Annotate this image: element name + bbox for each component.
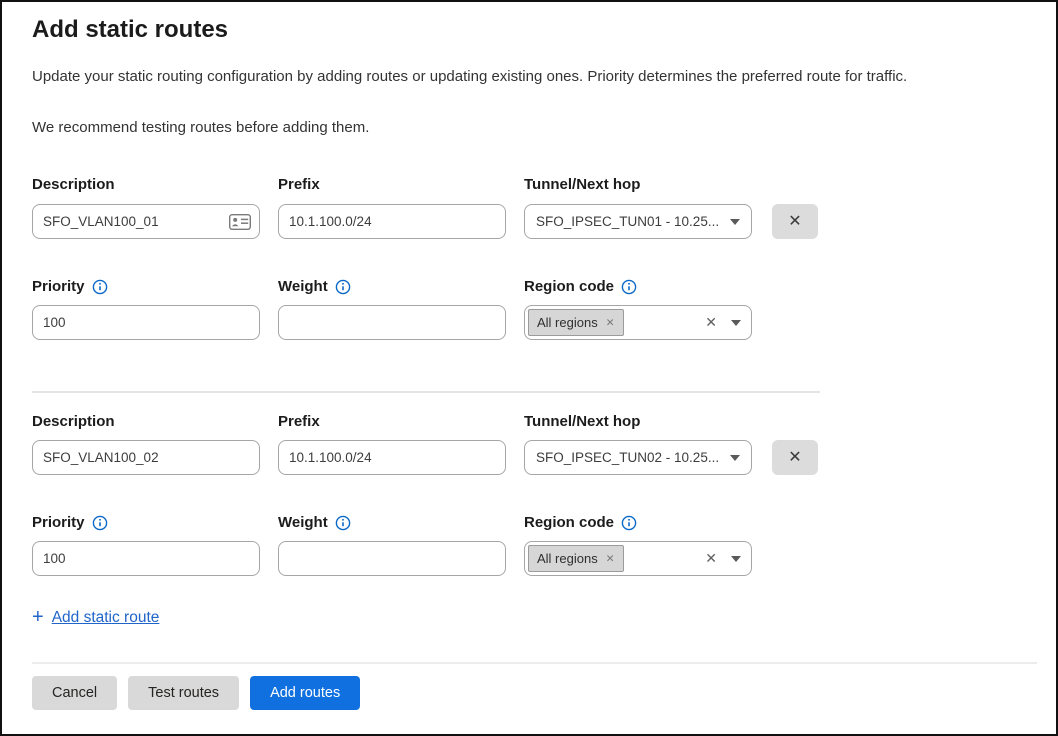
- region-multiselect[interactable]: All regions ✕ ✕: [524, 305, 752, 340]
- description-input[interactable]: [32, 440, 260, 475]
- chevron-down-icon: [730, 219, 740, 225]
- intro-text: Update your static routing configuration…: [32, 68, 1032, 85]
- description-input-wrap: [32, 204, 260, 239]
- footer-button-bar: Cancel Test routes Add routes: [32, 676, 360, 710]
- route2-label-row: Description Prefix Tunnel/Next hop: [32, 413, 752, 431]
- priority-label: Priority: [32, 278, 108, 295]
- priority-input[interactable]: [32, 305, 260, 340]
- info-icon[interactable]: [621, 515, 637, 531]
- tunnel-select-value: SFO_IPSEC_TUN01 - 10.25...: [536, 214, 730, 229]
- weight-input[interactable]: [278, 305, 506, 340]
- description-label: Description: [32, 176, 115, 193]
- region-label: Region code: [524, 278, 637, 295]
- close-icon: ✕: [788, 449, 801, 466]
- weight-label: Weight: [278, 514, 351, 531]
- route1-label-row2: Priority Weight Region code: [32, 278, 752, 296]
- footer-divider: [32, 662, 1037, 664]
- description-input[interactable]: [32, 204, 260, 239]
- info-icon[interactable]: [335, 515, 351, 531]
- chevron-down-icon: [731, 320, 741, 326]
- plus-icon: +: [32, 606, 44, 629]
- clear-selection-icon[interactable]: ✕: [705, 550, 731, 567]
- route1-input-row2: All regions ✕ ✕: [32, 305, 752, 340]
- remove-tag-icon[interactable]: ✕: [606, 317, 615, 329]
- route-divider: [32, 391, 820, 393]
- cancel-button[interactable]: Cancel: [32, 676, 117, 710]
- route2-input-row2: All regions ✕ ✕: [32, 541, 752, 576]
- tunnel-select[interactable]: SFO_IPSEC_TUN01 - 10.25...: [524, 204, 752, 239]
- priority-label: Priority: [32, 514, 108, 531]
- tunnel-label: Tunnel/Next hop: [524, 176, 640, 193]
- info-icon[interactable]: [92, 515, 108, 531]
- info-icon[interactable]: [621, 279, 637, 295]
- region-label: Region code: [524, 514, 637, 531]
- remove-route-button[interactable]: ✕: [772, 204, 818, 239]
- weight-input[interactable]: [278, 541, 506, 576]
- tunnel-label: Tunnel/Next hop: [524, 413, 640, 430]
- note-text: We recommend testing routes before addin…: [32, 119, 1032, 136]
- tunnel-select-value: SFO_IPSEC_TUN02 - 10.25...: [536, 450, 730, 465]
- region-tag-chip: All regions ✕: [528, 309, 624, 336]
- route1-input-row: SFO_IPSEC_TUN01 - 10.25... ✕: [32, 204, 818, 239]
- route2-input-row: SFO_IPSEC_TUN02 - 10.25... ✕: [32, 440, 818, 475]
- priority-input[interactable]: [32, 541, 260, 576]
- tunnel-select[interactable]: SFO_IPSEC_TUN02 - 10.25...: [524, 440, 752, 475]
- region-tag-label: All regions: [537, 551, 598, 566]
- clear-selection-icon[interactable]: ✕: [705, 314, 731, 331]
- prefix-label: Prefix: [278, 413, 320, 430]
- test-routes-button[interactable]: Test routes: [128, 676, 239, 710]
- prefix-input[interactable]: [278, 204, 506, 239]
- info-icon[interactable]: [335, 279, 351, 295]
- close-icon: ✕: [788, 213, 801, 230]
- add-static-routes-dialog: Add static routes Update your static rou…: [0, 0, 1058, 736]
- remove-tag-icon[interactable]: ✕: [606, 553, 615, 565]
- remove-route-button[interactable]: ✕: [772, 440, 818, 475]
- add-static-route-link[interactable]: + Add static route: [32, 606, 159, 629]
- chevron-down-icon: [731, 556, 741, 562]
- route2-label-row2: Priority Weight Region code: [32, 514, 752, 532]
- info-icon[interactable]: [92, 279, 108, 295]
- add-routes-button[interactable]: Add routes: [250, 676, 360, 710]
- weight-label: Weight: [278, 278, 351, 295]
- chevron-down-icon: [730, 455, 740, 461]
- description-label: Description: [32, 413, 115, 430]
- page-title: Add static routes: [32, 16, 228, 44]
- prefix-input[interactable]: [278, 440, 506, 475]
- prefix-label: Prefix: [278, 176, 320, 193]
- contact-card-icon[interactable]: [229, 214, 251, 230]
- region-tag-label: All regions: [537, 315, 598, 330]
- region-multiselect[interactable]: All regions ✕ ✕: [524, 541, 752, 576]
- add-static-route-label: Add static route: [52, 609, 160, 627]
- route1-label-row: Description Prefix Tunnel/Next hop: [32, 176, 752, 194]
- region-tag-chip: All regions ✕: [528, 545, 624, 572]
